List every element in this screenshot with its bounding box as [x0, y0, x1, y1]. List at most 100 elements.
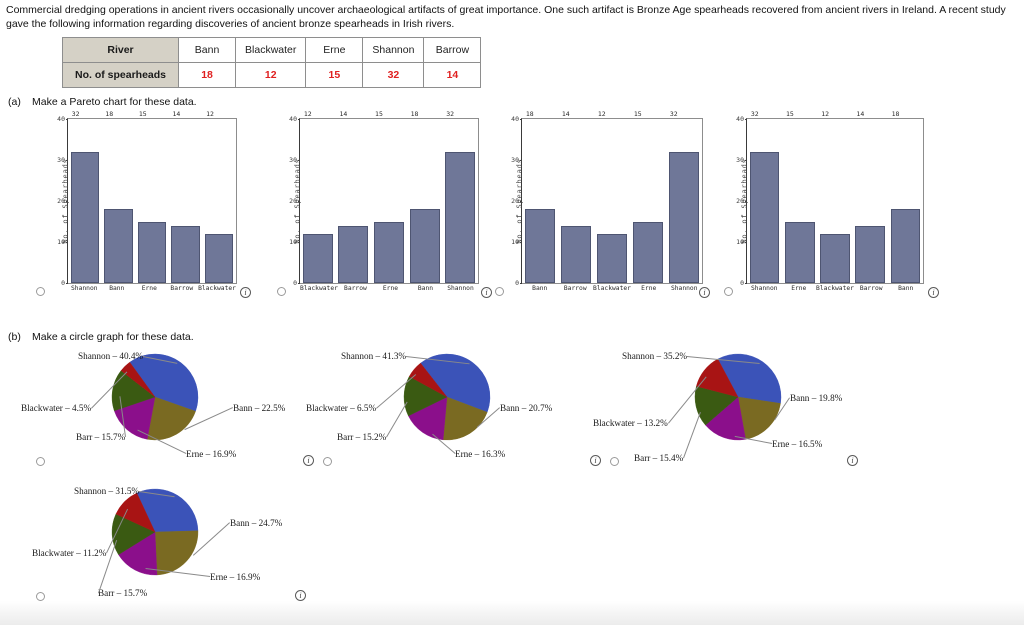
bar: 32 [70, 110, 99, 283]
bar-value-label: 15 [375, 110, 383, 118]
y-axis-tick: 40 [289, 115, 300, 123]
bar-cell: 15 [371, 110, 407, 283]
radio-button-pie-4[interactable] [36, 592, 45, 601]
circle-graph-option-1[interactable]: i Shannon – 40.4% Bann – 22.5% Erne – 16.9… [18, 345, 318, 470]
table-header-spearheads: No. of spearheads [61, 62, 180, 88]
bar-cell: 14 [169, 110, 203, 283]
pie-slice-label: Erne – 16.3% [455, 449, 506, 459]
part-a-text: Make a Pareto chart for these data. [32, 96, 197, 108]
pie-slice-label: Shannon – 31.5% [74, 486, 140, 496]
bar-cell: 32 [747, 110, 782, 283]
bar: 18 [890, 110, 921, 283]
info-icon[interactable]: i [928, 287, 939, 298]
x-axis-tick-label: Blackwater [198, 285, 236, 292]
bar: 15 [785, 110, 815, 283]
pie-chart-graphic [694, 353, 782, 441]
pie-chart-graphic [111, 488, 199, 576]
table-cell-count-4: 14 [423, 62, 482, 88]
x-axis-tick-label: Erne [641, 285, 657, 292]
circle-graph-option-2[interactable]: i Shannon – 41.3% Bann – 20.7% Erne – 16.3… [305, 345, 605, 470]
pie-slice-label: Shannon – 40.4% [78, 351, 144, 361]
bar-value-label: 15 [633, 110, 642, 118]
radio-button-pie-3[interactable] [610, 457, 619, 466]
table-cell-count-0: 18 [178, 62, 237, 88]
info-icon[interactable]: i [240, 287, 251, 298]
problem-intro-paragraph: Commercial dredging operations in ancien… [6, 4, 1006, 30]
pie-chart-graphic [111, 353, 199, 441]
bar-value-label: 15 [786, 110, 794, 118]
bar-value-label: 12 [821, 110, 830, 118]
x-axis-tick-label: Bann [898, 285, 914, 292]
radio-button-pareto-3[interactable] [495, 287, 504, 296]
part-b-letter: (b) [8, 331, 21, 343]
bar-cell: 12 [300, 110, 336, 283]
x-axis-tick-label: Blackwater [300, 285, 338, 292]
pie-slice-label: Blackwater – 4.5% [21, 403, 92, 413]
bar: 18 [409, 110, 440, 283]
x-axis-tick-label: Erne [141, 285, 157, 292]
bar: 15 [374, 110, 404, 283]
circle-graph-option-4[interactable]: i Shannon – 31.5% Bann – 24.7% Erne – 16.9… [18, 480, 318, 605]
radio-button-pie-2[interactable] [323, 457, 332, 466]
pareto-option-1[interactable]: 40 30 20 10 0 No. of Spearheads 32 18 15 14 12 S… [12, 110, 257, 302]
bar-cell: 18 [522, 110, 558, 283]
table-cell-count-2: 15 [305, 62, 364, 88]
bar-value-label: 32 [446, 110, 455, 118]
bar-value-label: 14 [339, 110, 348, 118]
bar-value-label: 12 [597, 110, 606, 118]
pie-slice-label: Blackwater – 13.2% [593, 418, 668, 428]
bar: 14 [171, 110, 200, 283]
bar: 12 [302, 110, 333, 283]
page-bottom-band [0, 601, 1024, 625]
bar-cell: 12 [594, 110, 630, 283]
x-axis-tick-label: Bann [417, 285, 434, 292]
bar: 12 [205, 110, 234, 283]
x-axis-tick-label: Erne [382, 285, 399, 292]
bar: 14 [855, 110, 885, 283]
bar-cell: 32 [666, 110, 702, 283]
info-icon[interactable]: i [847, 455, 858, 466]
bar-cell: 12 [202, 110, 236, 283]
x-axis-tick-label: Bann [109, 285, 125, 292]
table-row-rivers: River Bann Blackwater Erne Shannon Barro… [61, 37, 482, 63]
bar-value-label: 18 [525, 110, 534, 118]
bar-value-label: 18 [105, 110, 114, 118]
pareto-option-3[interactable]: 40 30 20 10 0 No. of Spearheads 18 14 12 15 32 B… [471, 110, 716, 302]
pareto-option-2[interactable]: 40 30 20 10 0 No. of Spearheads 12 14 15 18 32 B… [253, 110, 498, 302]
x-axis-tick-label: Barrow [563, 285, 587, 292]
circle-graph-option-3[interactable]: i Shannon – 35.2% Bann – 19.8% Erne – 16.5… [592, 345, 892, 470]
info-icon[interactable]: i [295, 590, 306, 601]
bar: 12 [820, 110, 850, 283]
bar-chart-4: 40 30 20 10 0 No. of Spearheads 32 15 12 14 18 S… [736, 110, 924, 292]
bar-cell: 12 [817, 110, 852, 283]
x-axis-tick-label: Bann [532, 285, 548, 292]
bar: 12 [596, 110, 628, 283]
radio-button-pareto-4[interactable] [724, 287, 733, 296]
pareto-option-4[interactable]: 40 30 20 10 0 No. of Spearheads 32 15 12 14 18 S… [700, 110, 945, 302]
part-b-text: Make a circle graph for these data. [32, 331, 194, 343]
y-axis-tick: 40 [511, 115, 522, 123]
pie-slice-label: Erne – 16.9% [210, 572, 261, 582]
y-axis-tick: 0 [293, 279, 300, 287]
bar-cell: 15 [630, 110, 666, 283]
bar-value-label: 15 [138, 110, 147, 118]
bar-value-label: 18 [891, 110, 900, 118]
bar-cell: 14 [853, 110, 888, 283]
pie-slice-label: Bann – 22.5% [233, 403, 286, 413]
bar-series: 32 15 12 14 18 [747, 110, 923, 283]
pie-slice-label: Shannon – 35.2% [622, 351, 688, 361]
bar: 15 [632, 110, 664, 283]
radio-button-pareto-2[interactable] [277, 287, 286, 296]
bar: 15 [137, 110, 167, 283]
x-axis-tick-label: Erne [791, 285, 807, 292]
pie-slice-label: Barr – 15.7% [76, 432, 126, 442]
x-axis-tick-label: Shannon [70, 285, 98, 292]
bar: 32 [668, 110, 700, 283]
bar-series: 12 14 15 18 32 [300, 110, 478, 283]
radio-button-pareto-1[interactable] [36, 287, 45, 296]
part-a-prompt: (a) Make a Pareto chart for these data. [8, 96, 197, 108]
pareto-chart-options: 40 30 20 10 0 No. of Spearheads 32 18 15 14 12 S… [0, 110, 1024, 302]
x-axis-labels: Shannon Erne Blackwater Barrow Bann [747, 284, 923, 292]
x-axis-labels: Bann Barrow Blackwater Erne Shannon [522, 284, 702, 292]
radio-button-pie-1[interactable] [36, 457, 45, 466]
